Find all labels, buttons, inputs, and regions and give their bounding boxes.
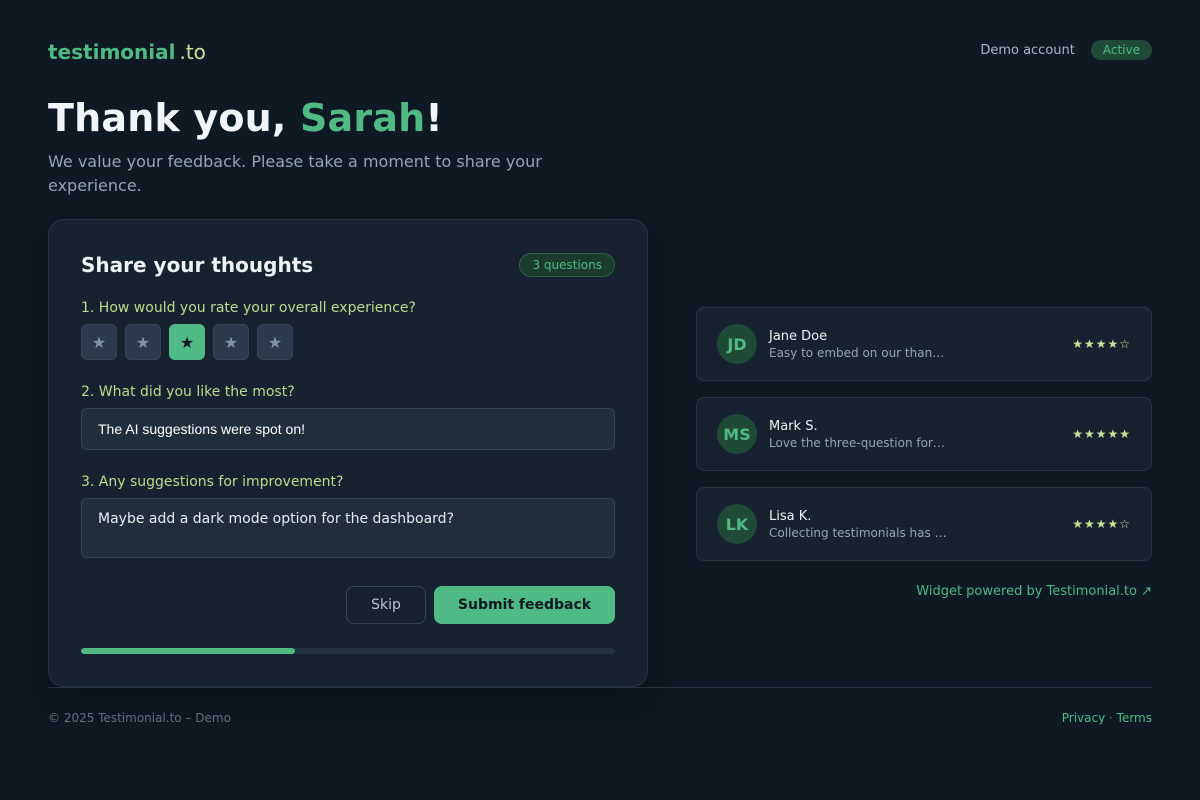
card-header: Share your thoughts 3 questions <box>81 252 615 278</box>
rating-star-2[interactable]: ★ <box>125 324 161 360</box>
testimonial-stars: ★★★★☆ <box>1072 337 1131 351</box>
avatar: LK <box>717 504 757 544</box>
privacy-link[interactable]: Privacy <box>1062 711 1105 725</box>
page-subtitle: We value your feedback. Please take a mo… <box>48 152 542 195</box>
widget-powered-link[interactable]: Widget powered by Testimonial.to ↗ <box>916 584 1152 599</box>
testimonial-list: JD Jane Doe Easy to embed on our than… ★… <box>696 307 1152 577</box>
testimonial-text: Lisa K. Collecting testimonials has … <box>769 509 969 540</box>
rating-star-1[interactable]: ★ <box>81 324 117 360</box>
progress-bar <box>81 648 615 654</box>
form-actions: Skip Submit feedback <box>346 586 615 624</box>
testimonial-card[interactable]: JD Jane Doe Easy to embed on our than… ★… <box>696 307 1152 381</box>
logo[interactable]: testimonial .to <box>48 40 206 64</box>
card-title: Share your thoughts <box>81 253 314 277</box>
testimonial-stars: ★★★★☆ <box>1072 517 1131 531</box>
footer-separator: · <box>1105 711 1117 725</box>
status-badge: Active <box>1090 40 1152 60</box>
submit-feedback-button[interactable]: Submit feedback <box>434 586 615 624</box>
footer-divider <box>48 687 1152 688</box>
progress-fill <box>81 648 295 654</box>
copyright: © 2025 Testimonial.to – Demo <box>48 711 231 725</box>
rating-star-4[interactable]: ★ <box>213 324 249 360</box>
testimonial-stars: ★★★★★ <box>1072 427 1131 441</box>
question-3-label: 3. Any suggestions for improvement? <box>81 474 344 490</box>
question-2-label: 2. What did you like the most? <box>81 384 295 400</box>
testimonial-text: Mark S. Love the three-question for… <box>769 419 969 450</box>
avatar: MS <box>717 414 757 454</box>
avatar: JD <box>717 324 757 364</box>
testimonial-text: Jane Doe Easy to embed on our than… <box>769 329 969 360</box>
greeting: Thank you, <box>48 96 300 140</box>
testimonial-name: Lisa K. <box>769 508 812 524</box>
exclamation: ! <box>425 96 443 140</box>
terms-link[interactable]: Terms <box>1117 711 1152 725</box>
questions-badge: 3 questions <box>519 253 615 277</box>
account-area: Demo account Active <box>980 40 1152 60</box>
testimonial-quote: Collecting testimonials has … <box>769 525 947 540</box>
testimonial-quote: Easy to embed on our than… <box>769 345 945 360</box>
testimonial-quote: Love the three-question for… <box>769 435 945 450</box>
question-1-label: 1. How would you rate your overall exper… <box>81 300 416 316</box>
rating-star-3[interactable]: ★ <box>169 324 205 360</box>
footer-links: Privacy · Terms <box>1062 711 1152 725</box>
feedback-card: Share your thoughts 3 questions 1. How w… <box>48 219 648 687</box>
hero: Thank you, Sarah! We value your feedback… <box>48 96 568 198</box>
skip-button[interactable]: Skip <box>346 586 426 624</box>
page-title: Thank you, Sarah! <box>48 96 568 140</box>
suggestions-textarea[interactable]: Maybe add a dark mode option for the das… <box>81 498 615 558</box>
rating-star-5[interactable]: ★ <box>257 324 293 360</box>
logo-main: testimonial <box>48 40 176 64</box>
testimonial-name: Mark S. <box>769 418 818 434</box>
account-label: Demo account <box>980 42 1075 58</box>
rating-stars: ★ ★ ★ ★ ★ <box>81 324 293 360</box>
user-name: Sarah <box>299 96 426 140</box>
testimonial-name: Jane Doe <box>769 328 828 344</box>
logo-tld: .to <box>179 40 206 64</box>
testimonial-card[interactable]: LK Lisa K. Collecting testimonials has …… <box>696 487 1152 561</box>
liked-most-input[interactable] <box>81 408 615 450</box>
testimonial-card[interactable]: MS Mark S. Love the three-question for… … <box>696 397 1152 471</box>
